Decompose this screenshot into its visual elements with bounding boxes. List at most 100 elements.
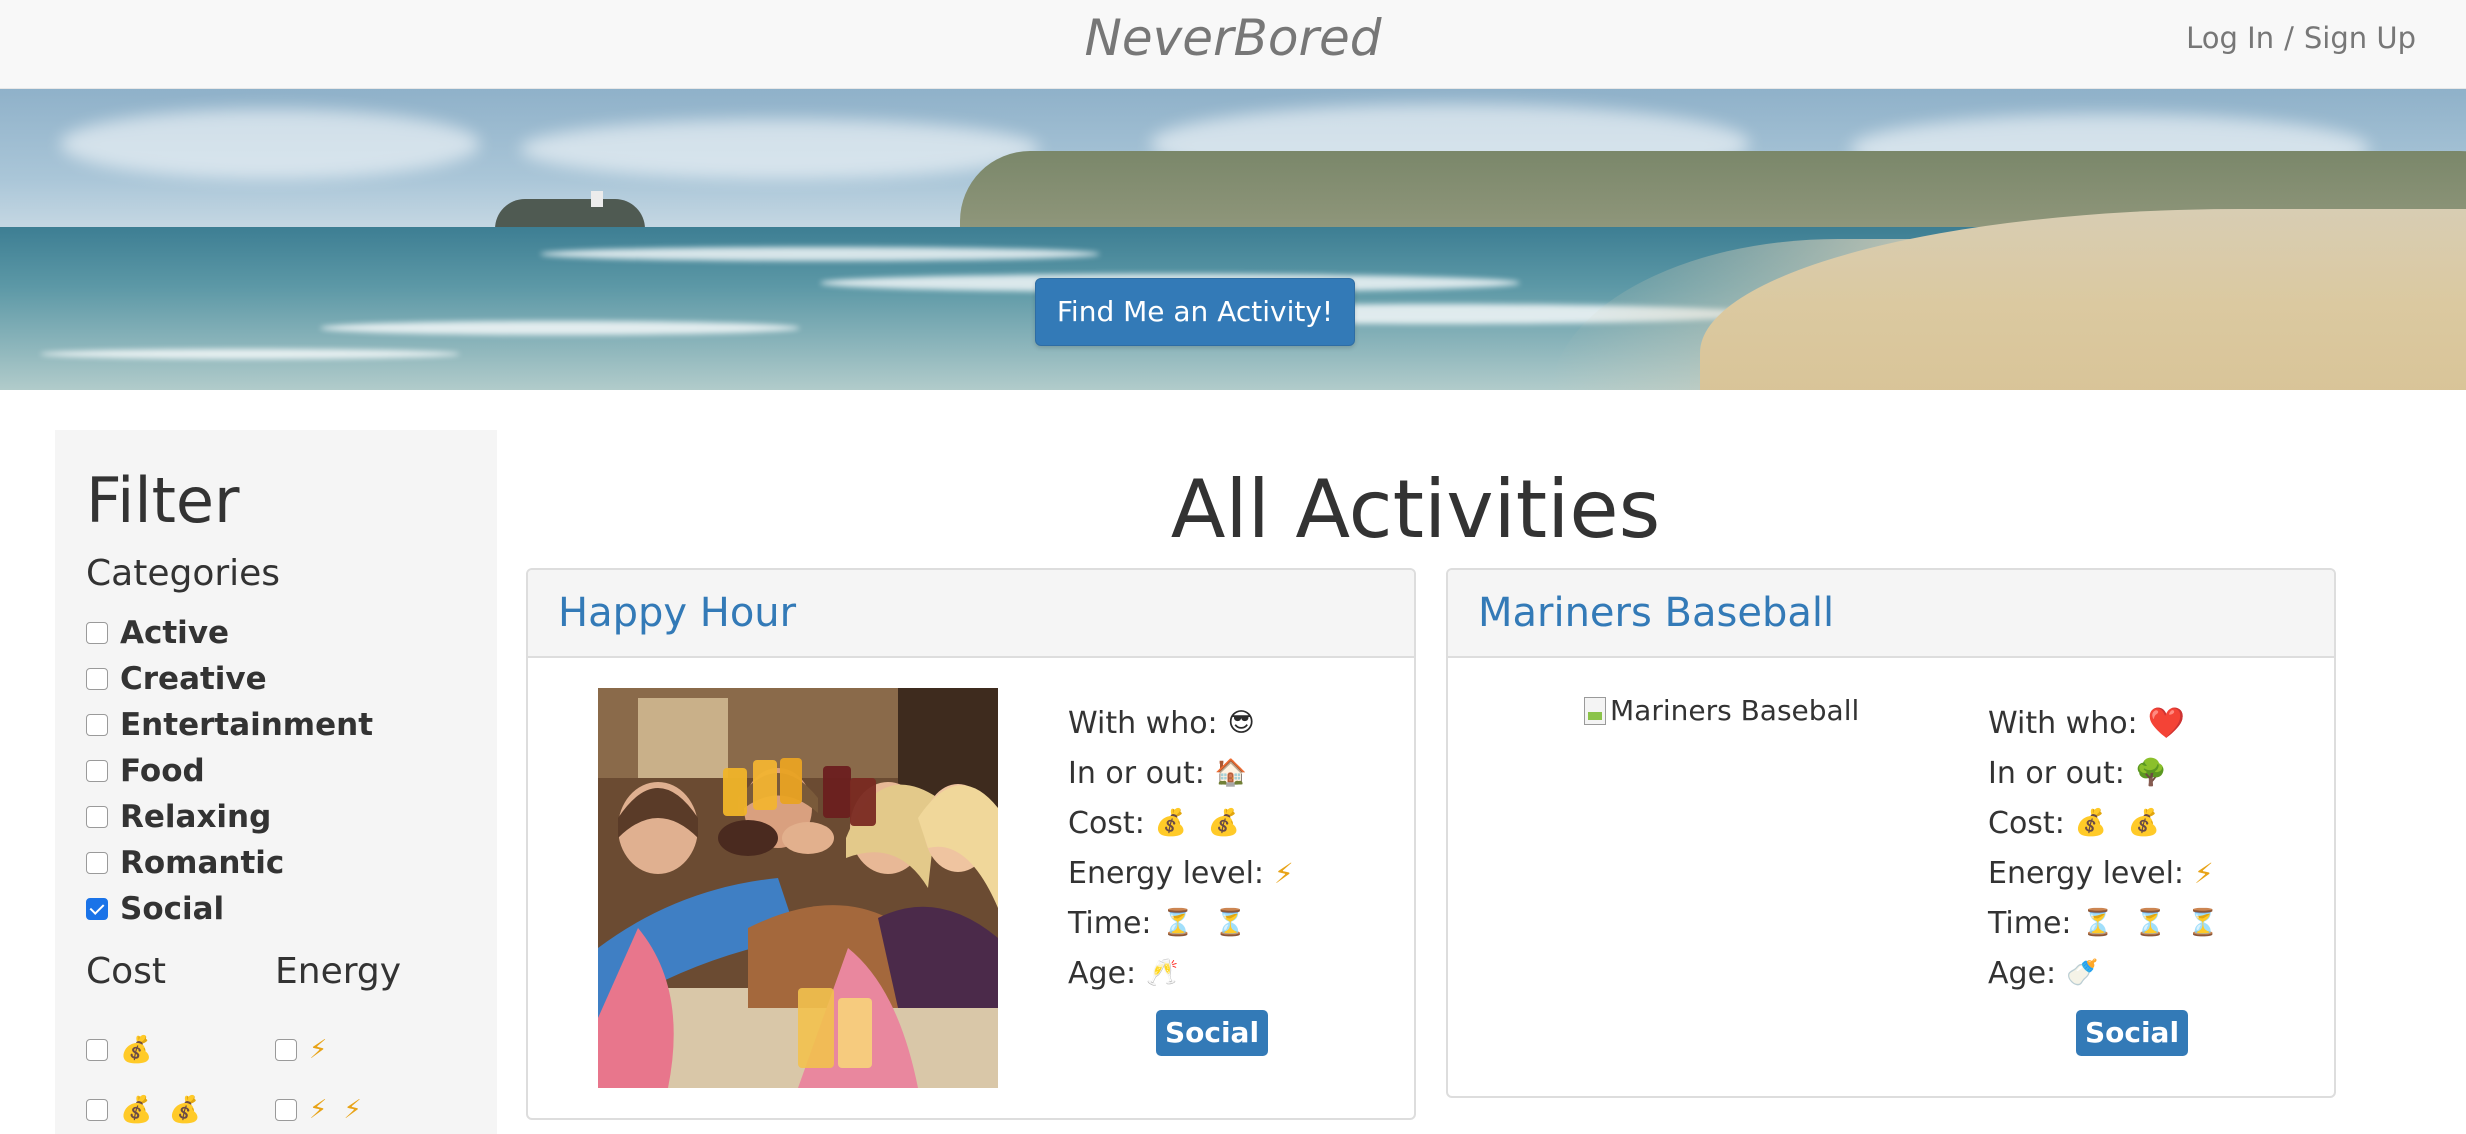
house-icon: 🏠 [1214,758,1254,788]
filter-title: Filter [86,464,240,537]
category-checkbox[interactable] [86,760,108,782]
activity-details: With who: ❤️ In or out: 🌳 Cost: 💰 💰 Energy … [1988,698,2225,998]
find-activity-button[interactable]: Find Me an Activity! [1035,278,1355,346]
category-label: Romantic [120,845,285,881]
card-header: Happy Hour [528,570,1414,658]
category-checkbox[interactable] [86,714,108,736]
categories-heading: Categories [86,553,281,594]
cost-options: 💰 💰 💰 [86,1020,205,1134]
heart-icon: ❤️ [2147,705,2192,741]
card-title-link[interactable]: Mariners Baseball [1478,590,1834,636]
category-checkbox[interactable] [86,668,108,690]
energy-heading: Energy [275,951,402,992]
energy-option-2[interactable]: ⚡ ⚡ [275,1080,366,1134]
energy-checkbox[interactable] [275,1099,297,1121]
detail-label: With who: [1068,705,1218,741]
money-bag-icon: 💰 [120,1035,157,1065]
activity-details: With who: 😎 In or out: 🏠 Cost: 💰 💰 Energy l… [1068,698,1300,998]
category-label: Creative [120,661,267,697]
champagne-icon: 🥂 [1146,958,1185,988]
category-label: Entertainment [120,707,374,743]
detail-with-who: With who: ❤️ [1988,698,2225,748]
detail-in-out: In or out: 🌳 [1988,748,2225,798]
money-bag-icon: 💰 💰 [2074,808,2166,838]
hero-banner: Find Me an Activity! [0,89,2466,390]
cost-option-1[interactable]: 💰 [86,1020,205,1080]
category-entertainment[interactable]: Entertainment [86,702,373,748]
photo-illustration [598,688,998,1088]
money-bag-icon: 💰 💰 [120,1095,206,1125]
category-romantic[interactable]: Romantic [86,840,373,886]
baby-bottle-icon: 🍼 [2066,958,2105,988]
detail-label: Cost: [1988,805,2065,841]
cost-heading: Cost [86,951,167,992]
category-checkbox[interactable] [86,622,108,644]
category-social[interactable]: Social [86,886,373,932]
signup-link[interactable]: Sign Up [2304,21,2416,55]
auth-separator: / [2284,21,2294,55]
money-bag-icon: 💰 💰 [1154,808,1246,838]
filter-sidebar: Filter Categories Active Creative Entert… [55,430,497,1134]
energy-options: ⚡ ⚡ ⚡ [275,1020,366,1134]
tree-icon: 🌳 [2134,758,2174,788]
category-active[interactable]: Active [86,610,373,656]
category-checkbox-checked[interactable] [86,898,108,920]
category-list: Active Creative Entertainment Food Relax… [86,610,373,932]
cloud [60,109,480,179]
island [495,199,645,229]
detail-label: In or out: [1988,755,2125,791]
detail-label: Age: [1068,955,1137,991]
energy-checkbox[interactable] [275,1039,297,1061]
category-relaxing[interactable]: Relaxing [86,794,373,840]
detail-in-out: In or out: 🏠 [1068,748,1300,798]
hourglass-icon: ⏳ ⏳ ⏳ [2081,908,2226,938]
detail-cost: Cost: 💰 💰 [1988,798,2225,848]
category-badge: Social [2076,1010,2188,1056]
lightning-icon: ⚡ ⚡ [309,1095,366,1125]
detail-age: Age: 🍼 [1988,948,2225,998]
auth-links: Log In / Sign Up [2186,20,2416,56]
detail-time: Time: ⏳ ⏳ [1068,898,1300,948]
detail-label: With who: [1988,705,2138,741]
category-creative[interactable]: Creative [86,656,373,702]
activity-card: Mariners Baseball Mariners Baseball With… [1446,568,2336,1098]
wave [40,349,460,359]
card-header: Mariners Baseball [1448,570,2334,658]
detail-energy: Energy level: ⚡ [1988,848,2225,898]
activity-card: Happy Hour With who: 😎 In or out: 🏠 Cost… [526,568,1416,1120]
wave [540,247,1100,261]
lightning-icon: ⚡ [1274,856,1300,890]
category-label: Relaxing [120,799,272,835]
detail-label: Energy level: [1068,855,1265,891]
category-checkbox[interactable] [86,806,108,828]
hourglass-icon: ⏳ ⏳ [1161,908,1253,938]
cost-option-2[interactable]: 💰 💰 [86,1080,205,1134]
page-title: All Activities [1170,463,1661,556]
category-badge: Social [1156,1010,1268,1056]
detail-label: Cost: [1068,805,1145,841]
detail-cost: Cost: 💰 💰 [1068,798,1300,848]
category-food[interactable]: Food [86,748,373,794]
broken-image-icon [1584,696,1606,725]
card-title-link[interactable]: Happy Hour [558,590,796,636]
image-alt-text: Mariners Baseball [1610,694,1860,727]
energy-option-1[interactable]: ⚡ [275,1020,366,1080]
login-link[interactable]: Log In [2186,21,2274,55]
happy-hour-photo[interactable] [598,688,998,1088]
detail-label: Age: [1988,955,2057,991]
category-label: Active [120,615,230,651]
category-label: Food [120,753,205,789]
top-navbar: NeverBored Log In / Sign Up [0,0,2466,89]
detail-label: Energy level: [1988,855,2185,891]
category-label: Social [120,891,225,927]
detail-label: Time: [1068,905,1152,941]
sunglasses-icon: 😎 [1227,708,1261,738]
detail-label: Time: [1988,905,2072,941]
cloud [520,119,1040,179]
activity-image[interactable]: Mariners Baseball [1584,694,1859,727]
cost-checkbox[interactable] [86,1039,108,1061]
lighthouse [591,191,603,207]
category-checkbox[interactable] [86,852,108,874]
cost-checkbox[interactable] [86,1099,108,1121]
brand-logo[interactable]: NeverBored [0,8,2466,68]
